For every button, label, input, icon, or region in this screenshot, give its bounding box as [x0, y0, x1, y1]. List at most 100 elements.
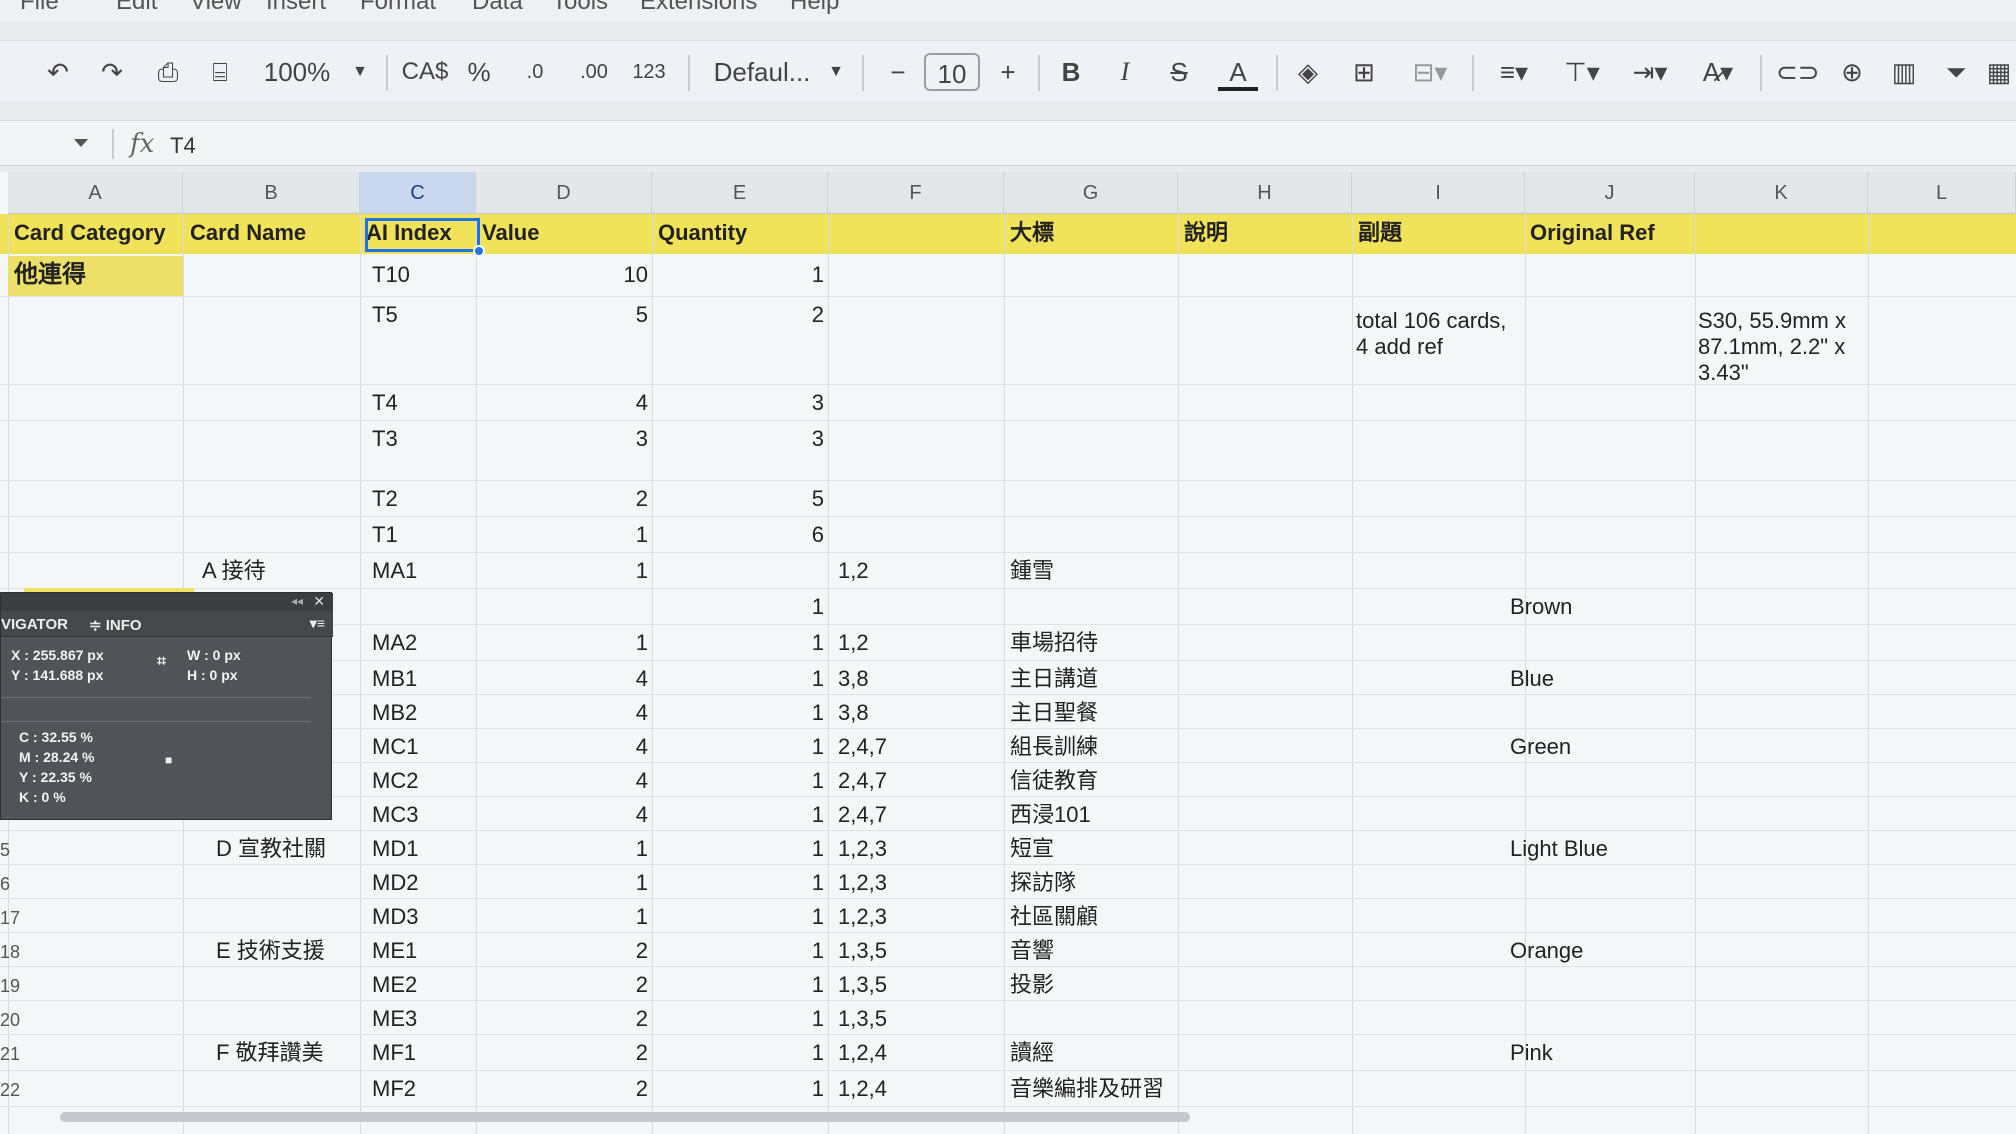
zoom-select[interactable]: 100%: [262, 53, 332, 91]
title-cell[interactable]: 音樂編排及研習: [1010, 1076, 1164, 1102]
text-rotation-icon[interactable]: A̷▾: [1692, 53, 1744, 91]
quantity-cell[interactable]: 1: [652, 870, 824, 896]
column-header-a[interactable]: A: [8, 172, 183, 214]
ai-index-cell[interactable]: MA2: [372, 630, 417, 656]
quantity-cell[interactable]: 1: [652, 630, 824, 656]
ai-index-cell[interactable]: MB1: [372, 666, 417, 692]
value-cell[interactable]: 2: [476, 1006, 648, 1032]
title-cell[interactable]: 短宣: [1010, 836, 1054, 862]
f-cell[interactable]: 1,3,5: [838, 938, 887, 964]
font-select[interactable]: Defaul...: [706, 53, 818, 91]
card-name-cell[interactable]: F 敬拜讚美: [216, 1040, 324, 1066]
quantity-cell[interactable]: 1: [652, 666, 824, 692]
value-cell[interactable]: 4: [476, 700, 648, 726]
column-header-d[interactable]: D: [476, 172, 652, 214]
value-cell[interactable]: 3: [476, 426, 648, 452]
title-cell[interactable]: 社區關顧: [1010, 904, 1098, 930]
column-header-k[interactable]: K: [1695, 172, 1868, 214]
original-ref-cell[interactable]: Brown: [1510, 594, 1572, 620]
value-cell[interactable]: 2: [476, 1076, 648, 1102]
text-wrap-icon[interactable]: ⇥▾: [1624, 53, 1676, 91]
quantity-cell[interactable]: 3: [652, 390, 824, 416]
italic-button[interactable]: I: [1108, 53, 1142, 91]
value-cell[interactable]: 4: [476, 768, 648, 794]
menu-item-format[interactable]: Format: [360, 0, 436, 16]
ai-index-cell[interactable]: T3: [372, 426, 398, 452]
selected-cell[interactable]: [365, 218, 480, 252]
f-cell[interactable]: 1,2,4: [838, 1040, 887, 1066]
horizontal-align-icon[interactable]: ≡▾: [1488, 53, 1540, 91]
header-cell-h[interactable]: 說明: [1184, 220, 1228, 246]
ai-index-cell[interactable]: T5: [372, 302, 398, 328]
column-header-i[interactable]: I: [1352, 172, 1525, 214]
column-header-j[interactable]: J: [1525, 172, 1695, 214]
row-number[interactable]: 18: [0, 942, 22, 963]
column-header-h[interactable]: H: [1178, 172, 1352, 214]
horizontal-scrollbar[interactable]: [60, 1112, 1190, 1122]
row-number[interactable]: 19: [0, 976, 22, 997]
ai-index-cell[interactable]: ME2: [372, 972, 417, 998]
increase-font-size-button[interactable]: +: [994, 53, 1022, 91]
value-cell[interactable]: 5: [476, 302, 648, 328]
f-cell[interactable]: 2,4,7: [838, 768, 887, 794]
original-ref-cell[interactable]: Orange: [1510, 938, 1583, 964]
value-cell[interactable]: 1: [476, 522, 648, 548]
f-cell[interactable]: 1,2,3: [838, 836, 887, 862]
title-cell[interactable]: 主日聖餐: [1010, 700, 1098, 726]
f-cell[interactable]: 1,2,3: [838, 870, 887, 896]
filter-icon[interactable]: ⏷: [1936, 53, 1976, 91]
vertical-align-icon[interactable]: ⊤▾: [1556, 53, 1608, 91]
quantity-cell[interactable]: 1: [652, 1006, 824, 1032]
ai-index-cell[interactable]: MD3: [372, 904, 418, 930]
panel-menu-icon[interactable]: ▾≡: [310, 615, 325, 632]
title-cell[interactable]: 探訪隊: [1010, 870, 1076, 896]
quantity-cell[interactable]: 1: [652, 262, 824, 288]
original-ref-cell[interactable]: Pink: [1510, 1040, 1553, 1066]
redo-icon[interactable]: ↷: [92, 53, 132, 91]
info-panel-titlebar[interactable]: ◂◂ ✕: [1, 593, 333, 611]
title-cell[interactable]: 音響: [1010, 938, 1054, 964]
title-cell[interactable]: 信徒教育: [1010, 768, 1098, 794]
value-cell[interactable]: 1: [476, 630, 648, 656]
ai-index-cell[interactable]: MF2: [372, 1076, 416, 1102]
value-cell[interactable]: 2: [476, 1040, 648, 1066]
menu-item-insert[interactable]: Insert: [266, 0, 326, 16]
ai-index-cell[interactable]: MC1: [372, 734, 418, 760]
category-cell[interactable]: 他連得: [14, 262, 86, 288]
f-cell[interactable]: 1,3,5: [838, 972, 887, 998]
f-cell[interactable]: 1,2,4: [838, 1076, 887, 1102]
formula-input[interactable]: T4: [170, 133, 196, 159]
menu-item-file[interactable]: File: [20, 0, 59, 16]
bold-button[interactable]: B: [1054, 53, 1088, 91]
original-ref-cell[interactable]: Blue: [1510, 666, 1554, 692]
title-cell[interactable]: 投影: [1010, 972, 1054, 998]
title-cell[interactable]: 讀經: [1010, 1040, 1054, 1066]
menu-item-tools[interactable]: Tools: [552, 0, 608, 16]
column-header-g[interactable]: G: [1004, 172, 1178, 214]
f-cell[interactable]: 3,8: [838, 666, 869, 692]
original-ref-cell[interactable]: Green: [1510, 734, 1571, 760]
title-cell[interactable]: 西浸101: [1010, 802, 1091, 828]
ai-index-cell[interactable]: T10: [372, 262, 410, 288]
row-number[interactable]: 22: [0, 1080, 22, 1101]
ai-index-cell[interactable]: ME1: [372, 938, 417, 964]
collapse-icon[interactable]: ◂◂: [291, 594, 303, 608]
quantity-cell[interactable]: 1: [652, 768, 824, 794]
chevron-down-icon[interactable]: [74, 139, 88, 147]
chevron-down-icon[interactable]: ▼: [826, 53, 846, 91]
column-header-f[interactable]: F: [828, 172, 1004, 214]
header-cell-i[interactable]: 副題: [1358, 220, 1402, 246]
row-number[interactable]: 17: [0, 908, 22, 929]
percent-format-button[interactable]: %: [462, 53, 496, 91]
title-cell[interactable]: 鍾雪: [1010, 558, 1054, 584]
value-cell[interactable]: 1: [476, 558, 648, 584]
quantity-cell[interactable]: 1: [652, 836, 824, 862]
ai-index-cell[interactable]: MC2: [372, 768, 418, 794]
ai-index-cell[interactable]: T2: [372, 486, 398, 512]
decrease-decimal-button[interactable]: .0: [518, 53, 552, 91]
f-cell[interactable]: 1,2: [838, 558, 869, 584]
menu-item-extensions[interactable]: Extensions: [640, 0, 757, 16]
borders-icon[interactable]: ⊞: [1346, 53, 1382, 91]
print-icon[interactable]: ⎙: [148, 53, 188, 91]
chart-icon[interactable]: ▥: [1884, 53, 1924, 91]
